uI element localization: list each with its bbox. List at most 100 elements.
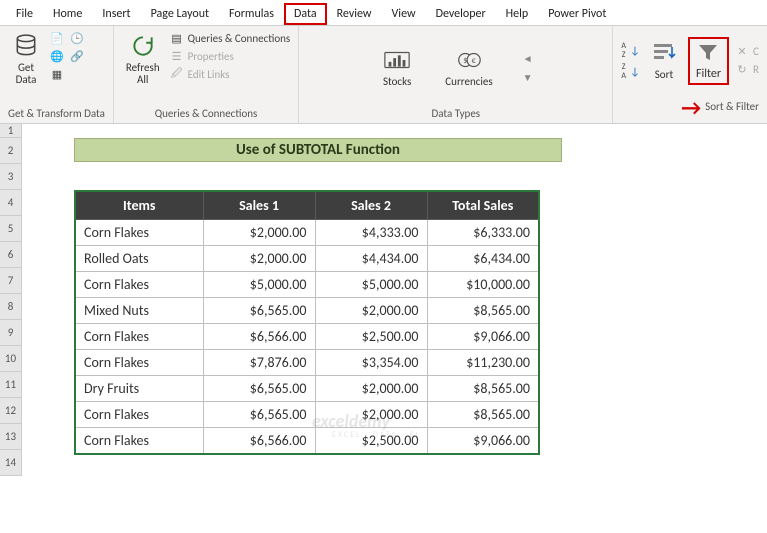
filter-button[interactable]: Filter — [688, 37, 729, 85]
worksheet: 1 2 3 4 5 6 7 8 9 10 11 12 13 14 Use of … — [0, 124, 767, 476]
row-header[interactable]: 1 — [0, 124, 22, 138]
cell[interactable]: $5,000.00 — [203, 272, 315, 298]
get-data-label: Get Data — [16, 62, 37, 86]
cell[interactable]: $2,000.00 — [203, 246, 315, 272]
col-sales1[interactable]: Sales 1 — [203, 191, 315, 220]
row-header[interactable]: 9 — [0, 320, 22, 346]
cell[interactable]: $3,354.00 — [315, 350, 427, 376]
row-header[interactable]: 3 — [0, 164, 22, 190]
data-table: Items Sales 1 Sales 2 Total Sales Corn F… — [74, 190, 540, 455]
row-header[interactable]: 10 — [0, 346, 22, 372]
cell[interactable]: $2,000.00 — [315, 402, 427, 428]
cell[interactable]: $8,565.00 — [427, 298, 539, 324]
tab-insert[interactable]: Insert — [92, 3, 140, 25]
cell[interactable]: $2,500.00 — [315, 428, 427, 455]
tab-home[interactable]: Home — [43, 3, 92, 25]
cell-item[interactable]: Rolled Oats — [75, 246, 203, 272]
from-text-csv-button[interactable]: 📄 — [50, 30, 64, 46]
cell[interactable]: $6,565.00 — [203, 298, 315, 324]
cell[interactable]: $2,000.00 — [315, 298, 427, 324]
row-header[interactable]: 4 — [0, 190, 22, 216]
cell-item[interactable]: Corn Flakes — [75, 402, 203, 428]
sort-az-za: AZ↓ ZA↓ — [621, 41, 640, 81]
sort-az-icon: AZ — [621, 42, 626, 59]
tab-file[interactable]: File — [6, 3, 43, 25]
cell-item[interactable]: Mixed Nuts — [75, 298, 203, 324]
cell[interactable]: $5,000.00 — [315, 272, 427, 298]
refresh-all-button[interactable]: Refresh All — [122, 30, 164, 88]
col-sales2[interactable]: Sales 2 — [315, 191, 427, 220]
tab-power-pivot[interactable]: Power Pivot — [538, 3, 616, 25]
row-header[interactable]: 2 — [0, 138, 22, 164]
filter-label: Filter — [696, 67, 721, 81]
stocks-button[interactable]: Stocks — [379, 44, 415, 90]
col-total[interactable]: Total Sales — [427, 191, 539, 220]
row-header[interactable]: 14 — [0, 450, 22, 476]
clear-button[interactable]: ✕C — [735, 44, 759, 60]
cell[interactable]: $9,066.00 — [427, 324, 539, 350]
cell[interactable]: $2,000.00 — [315, 376, 427, 402]
cell-item[interactable]: Corn Flakes — [75, 220, 203, 246]
cell-area[interactable]: Use of SUBTOTAL Function Items Sales 1 S… — [22, 124, 767, 476]
cell[interactable]: $2,000.00 — [203, 220, 315, 246]
cell[interactable]: $9,066.00 — [427, 428, 539, 455]
cell-item[interactable]: Corn Flakes — [75, 428, 203, 455]
row-header[interactable]: 5 — [0, 216, 22, 242]
row-headers: 1 2 3 4 5 6 7 8 9 10 11 12 13 14 — [0, 124, 22, 476]
reapply-button[interactable]: ↻R — [735, 62, 759, 78]
row-header[interactable]: 6 — [0, 242, 22, 268]
group-label-sort-filter: Sort & Filter — [705, 100, 759, 113]
cell[interactable]: $7,876.00 — [203, 350, 315, 376]
row-header[interactable]: 7 — [0, 268, 22, 294]
table-row: Mixed Nuts$6,565.00$2,000.00$8,565.00 — [75, 298, 539, 324]
cell-item[interactable]: Corn Flakes — [75, 350, 203, 376]
cell[interactable]: $4,434.00 — [315, 246, 427, 272]
tab-review[interactable]: Review — [327, 3, 382, 25]
sort-za-button[interactable]: ZA↓ — [621, 62, 640, 81]
cell[interactable]: $6,565.00 — [203, 376, 315, 402]
cell[interactable]: $2,500.00 — [315, 324, 427, 350]
cell[interactable]: $8,565.00 — [427, 376, 539, 402]
tab-formulas[interactable]: Formulas — [219, 3, 284, 25]
cell[interactable]: $6,434.00 — [427, 246, 539, 272]
row-header[interactable]: 12 — [0, 398, 22, 424]
row-header[interactable]: 11 — [0, 372, 22, 398]
recent-sources-button[interactable]: 🕒 — [70, 30, 84, 46]
ribbon-tabs: File Home Insert Page Layout Formulas Da… — [0, 0, 767, 26]
tab-page-layout[interactable]: Page Layout — [141, 3, 219, 25]
row-header[interactable]: 13 — [0, 424, 22, 450]
existing-connections-button[interactable]: 🔗 — [70, 48, 84, 64]
cell[interactable]: $6,566.00 — [203, 428, 315, 455]
cell-item[interactable]: Dry Fruits — [75, 376, 203, 402]
edit-links-button[interactable]: 🖉Edit Links — [170, 66, 291, 82]
cell-item[interactable]: Corn Flakes — [75, 272, 203, 298]
from-table-button[interactable]: ▦ — [50, 66, 64, 82]
cell[interactable]: $6,565.00 — [203, 402, 315, 428]
data-type-prev-button[interactable]: ◄ — [523, 52, 533, 65]
cell[interactable]: $6,333.00 — [427, 220, 539, 246]
cell-item[interactable]: Corn Flakes — [75, 324, 203, 350]
cell[interactable]: $8,565.00 — [427, 402, 539, 428]
tab-help[interactable]: Help — [496, 3, 539, 25]
from-web-button[interactable]: 🌐 — [50, 48, 64, 64]
sort-az-button[interactable]: AZ↓ — [621, 41, 640, 60]
tab-developer[interactable]: Developer — [426, 3, 496, 25]
svg-text:€: € — [472, 56, 477, 66]
sort-button[interactable]: Sort — [646, 37, 682, 83]
tab-view[interactable]: View — [382, 3, 426, 25]
currencies-button[interactable]: $€ Currencies — [441, 44, 496, 90]
cell[interactable]: $10,000.00 — [427, 272, 539, 298]
data-type-next-button[interactable]: ▼ — [523, 71, 533, 84]
currencies-label: Currencies — [445, 76, 492, 88]
cell[interactable]: $6,566.00 — [203, 324, 315, 350]
table-row: Corn Flakes$2,000.00$4,333.00$6,333.00 — [75, 220, 539, 246]
col-items[interactable]: Items — [75, 191, 203, 220]
properties-button[interactable]: ☰Properties — [170, 48, 291, 64]
group-label-data-types: Data Types — [307, 105, 604, 121]
tab-data[interactable]: Data — [284, 3, 327, 25]
cell[interactable]: $4,333.00 — [315, 220, 427, 246]
get-data-button[interactable]: Get Data — [8, 30, 44, 88]
queries-connections-button[interactable]: ▤Queries & Connections — [170, 30, 291, 46]
cell[interactable]: $11,230.00 — [427, 350, 539, 376]
row-header[interactable]: 8 — [0, 294, 22, 320]
